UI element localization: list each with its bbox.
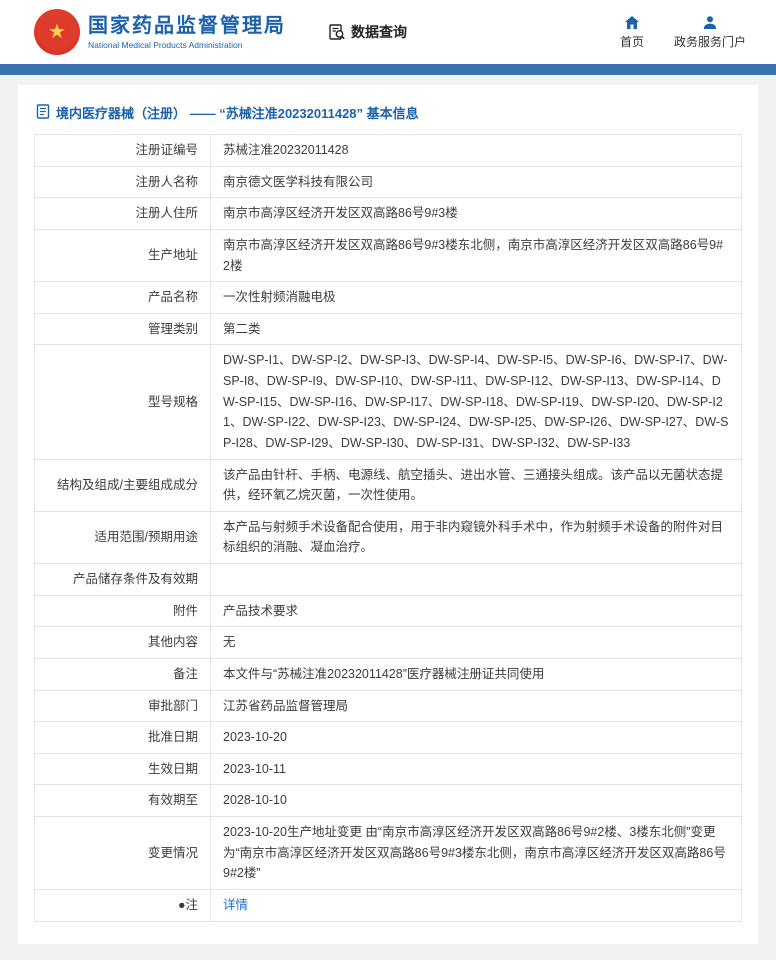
row-value: 苏械注准20232011428 [210, 134, 742, 167]
row-label: 备注 [34, 657, 211, 691]
row-label: 批准日期 [34, 721, 211, 754]
detail-link[interactable]: 详情 [223, 898, 248, 912]
row-value: 南京德文医学科技有限公司 [210, 165, 742, 199]
table-row: 管理类别 第二类 [34, 312, 742, 346]
row-label: 注册证编号 [34, 134, 211, 167]
row-label: 适用范围/预期用途 [34, 510, 211, 565]
row-label: 结构及组成/主要组成成分 [34, 458, 211, 512]
org-names: 国家药品监督管理局 National Medical Products Admi… [88, 15, 286, 50]
row-value: 本产品与射频手术设备配合使用，用于非内窥镜外科手术中，作为射频手术设备的附件对目… [210, 510, 742, 565]
table-row: ●注 详情 [34, 888, 742, 922]
data-query-icon [328, 23, 346, 41]
table-row: 审批部门 江苏省药品监督管理局 [34, 689, 742, 723]
row-label: 生产地址 [34, 228, 211, 283]
home-icon [624, 15, 640, 30]
table-row: 生效日期 2023-10-11 [34, 752, 742, 786]
table-row: 结构及组成/主要组成成分 该产品由针杆、手柄、电源线、航空插头、进出水管、三通接头… [34, 458, 742, 512]
row-label: 审批部门 [34, 689, 211, 723]
data-query-label: 数据查询 [351, 24, 407, 40]
info-table-body: 注册证编号 苏械注准20232011428 注册人名称 南京德文医学科技有限公司 注册人… [34, 134, 742, 922]
row-label: 管理类别 [34, 312, 211, 346]
row-value: 江苏省药品监督管理局 [210, 689, 742, 723]
row-label: 注册人名称 [34, 165, 211, 199]
row-value: 2023-10-20生产地址变更 由“南京市高淳区经济开发区双高路86号9#2楼… [210, 816, 742, 890]
nav-portal-label: 政务服务门户 [673, 34, 746, 49]
national-emblem-logo: ★ [34, 9, 80, 55]
header: ★ 国家药品监督管理局 National Medical Products Ad… [0, 0, 776, 64]
org-name-en: National Medical Products Administration [88, 39, 243, 50]
row-value: 本文件与“苏械注准20232011428”医疗器械注册证共同使用 [210, 657, 742, 691]
table-row: 有效期至 2028-10-10 [34, 784, 742, 817]
user-icon [702, 15, 718, 30]
row-value: 2023-10-11 [210, 752, 742, 786]
row-label: 产品储存条件及有效期 [34, 563, 211, 596]
table-row: 注册证编号 苏械注准20232011428 [34, 134, 742, 167]
table-row: 批准日期 2023-10-20 [34, 721, 742, 754]
row-value: 南京市高淳区经济开发区双高路86号9#3楼 [210, 197, 742, 230]
table-row: 生产地址 南京市高淳区经济开发区双高路86号9#3楼东北侧，南京市高淳区经济开发区… [34, 228, 742, 283]
row-value: 该产品由针杆、手柄、电源线、航空插头、进出水管、三通接头组成。该产品以无菌状态提… [210, 458, 742, 512]
table-row: 注册人名称 南京德文医学科技有限公司 [34, 165, 742, 199]
org-name-cn: 国家药品监督管理局 [88, 14, 286, 37]
row-label: 注册人住所 [34, 197, 211, 230]
table-row: 型号规格 DW-SP-I1、DW-SP-I2、DW-SP-I3、DW-SP-I4、… [34, 344, 742, 460]
table-row: 备注 本文件与“苏械注准20232011428”医疗器械注册证共同使用 [34, 657, 742, 691]
table-row: 产品储存条件及有效期 [34, 563, 742, 596]
nav-data-query[interactable]: 数据查询 [328, 22, 407, 42]
nav-home-label: 首页 [619, 34, 644, 49]
row-label: ●注 [34, 888, 211, 922]
header-left: ★ 国家药品监督管理局 National Medical Products Ad… [34, 9, 407, 55]
page-title-text: 境内医疗器械（注册） —— “苏械注准20232011428” 基本信息 [56, 106, 419, 121]
row-label: 变更情况 [34, 816, 211, 890]
row-value [210, 563, 742, 596]
row-label: 产品名称 [34, 281, 211, 314]
row-value: 第二类 [210, 312, 742, 346]
table-row: 变更情况 2023-10-20生产地址变更 由“南京市高淳区经济开发区双高路86号… [34, 816, 742, 890]
page-title: 境内医疗器械（注册） —— “苏械注准20232011428” 基本信息 [34, 95, 742, 134]
nav-home[interactable]: 首页 [620, 15, 644, 50]
row-label: 附件 [34, 594, 211, 628]
nav-portal[interactable]: 政务服务门户 [674, 15, 746, 50]
row-value: DW-SP-I1、DW-SP-I2、DW-SP-I3、DW-SP-I4、DW-S… [210, 344, 742, 460]
table-row: 适用范围/预期用途 本产品与射频手术设备配合使用，用于非内窥镜外科手术中，作为射频… [34, 510, 742, 565]
row-label: 生效日期 [34, 752, 211, 786]
row-value: 南京市高淳区经济开发区双高路86号9#3楼东北侧，南京市高淳区经济开发区双高路8… [210, 228, 742, 283]
row-value: 产品技术要求 [210, 594, 742, 628]
row-value: 详情 [210, 888, 742, 922]
header-nav: 首页 政务服务门户 [620, 15, 746, 50]
content-card: 境内医疗器械（注册） —— “苏械注准20232011428” 基本信息 注册证… [18, 85, 758, 944]
row-label: 有效期至 [34, 784, 211, 817]
table-row: 产品名称 一次性射频消融电极 [34, 281, 742, 314]
main: 境内医疗器械（注册） —— “苏械注准20232011428” 基本信息 注册证… [0, 75, 776, 960]
info-table: 注册证编号 苏械注准20232011428 注册人名称 南京德文医学科技有限公司 注册人… [34, 134, 742, 922]
emblem-star-icon: ★ [48, 21, 66, 43]
row-label: 型号规格 [34, 344, 211, 460]
document-icon [36, 103, 50, 122]
table-row: 附件 产品技术要求 [34, 594, 742, 628]
blue-divider-bar [0, 64, 776, 75]
row-value: 一次性射频消融电极 [210, 281, 742, 314]
row-value: 2023-10-20 [210, 721, 742, 754]
row-value: 2028-10-10 [210, 784, 742, 817]
table-row: 注册人住所 南京市高淳区经济开发区双高路86号9#3楼 [34, 197, 742, 230]
